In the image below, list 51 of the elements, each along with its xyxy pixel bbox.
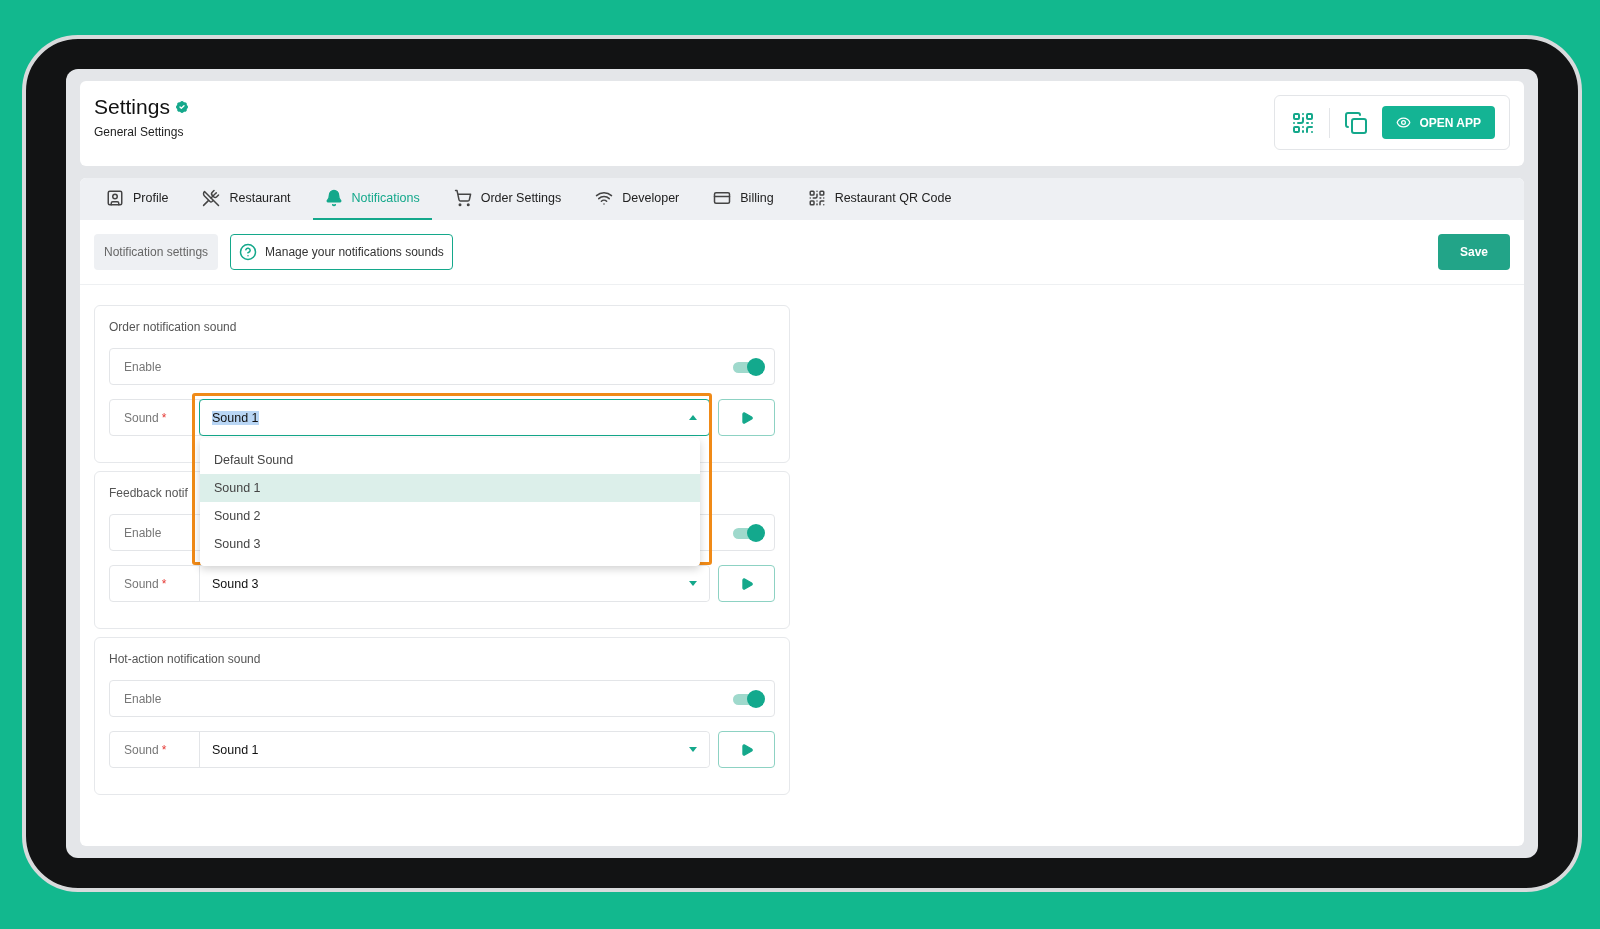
section-title: Feedback notif — [109, 486, 188, 500]
settings-tab[interactable]: Restaurant — [190, 178, 303, 220]
tab-icon — [595, 189, 614, 207]
play-icon — [739, 410, 754, 425]
verified-icon — [173, 99, 190, 115]
required-mark: * — [161, 576, 167, 591]
settings-tab[interactable]: Billing — [701, 178, 786, 220]
tab-icon — [106, 189, 124, 207]
sound-label: Sound — [124, 576, 159, 591]
settings-tab[interactable]: Developer — [583, 178, 692, 220]
enable-label: Enable — [124, 691, 162, 706]
qr-code-icon — [1291, 110, 1316, 135]
enable-switch[interactable] — [732, 688, 766, 709]
sound-label: Sound — [124, 742, 159, 757]
dropdown-option[interactable]: Default Sound — [200, 446, 700, 474]
help-button[interactable]: Manage your notifications sounds — [230, 234, 453, 270]
page-subtitle: General Settings — [94, 125, 185, 139]
copy-icon — [1344, 110, 1369, 135]
play-icon — [739, 576, 754, 591]
tab-icon — [202, 189, 221, 207]
caret-icon — [689, 747, 697, 752]
dropdown-option[interactable]: Sound 2 — [200, 502, 700, 530]
settings-tab[interactable]: Restaurant QR Code — [795, 178, 964, 220]
enable-label: Enable — [124, 525, 162, 540]
settings-tab[interactable]: Order Settings — [441, 178, 574, 220]
tab-icon — [807, 189, 826, 207]
section-title: Order notification sound — [109, 320, 237, 334]
play-button[interactable] — [718, 399, 775, 436]
page-title: Settings — [94, 95, 170, 119]
section-label: Notification settings — [94, 234, 219, 270]
play-button[interactable] — [718, 565, 775, 602]
tab-icon — [713, 189, 732, 207]
sound-label: Sound — [124, 410, 159, 425]
tab-icon — [453, 189, 472, 207]
enable-switch[interactable] — [732, 522, 766, 543]
required-mark: * — [161, 742, 167, 757]
section-title: Hot-action notification sound — [109, 652, 261, 666]
sound-select[interactable]: Sound 1 — [199, 399, 710, 436]
enable-label: Enable — [124, 359, 162, 374]
tab-icon — [324, 189, 343, 207]
settings-tab[interactable]: Profile — [94, 178, 181, 220]
play-button[interactable] — [718, 731, 775, 768]
caret-icon — [689, 581, 697, 586]
required-mark: * — [161, 410, 167, 425]
caret-icon — [689, 415, 697, 420]
dropdown-option[interactable]: Sound 3 — [200, 530, 700, 558]
eye-icon — [1396, 115, 1412, 130]
enable-switch[interactable] — [732, 356, 766, 377]
help-icon — [239, 243, 258, 261]
dropdown-option[interactable]: Sound 1 — [200, 474, 700, 502]
play-icon — [739, 742, 754, 757]
